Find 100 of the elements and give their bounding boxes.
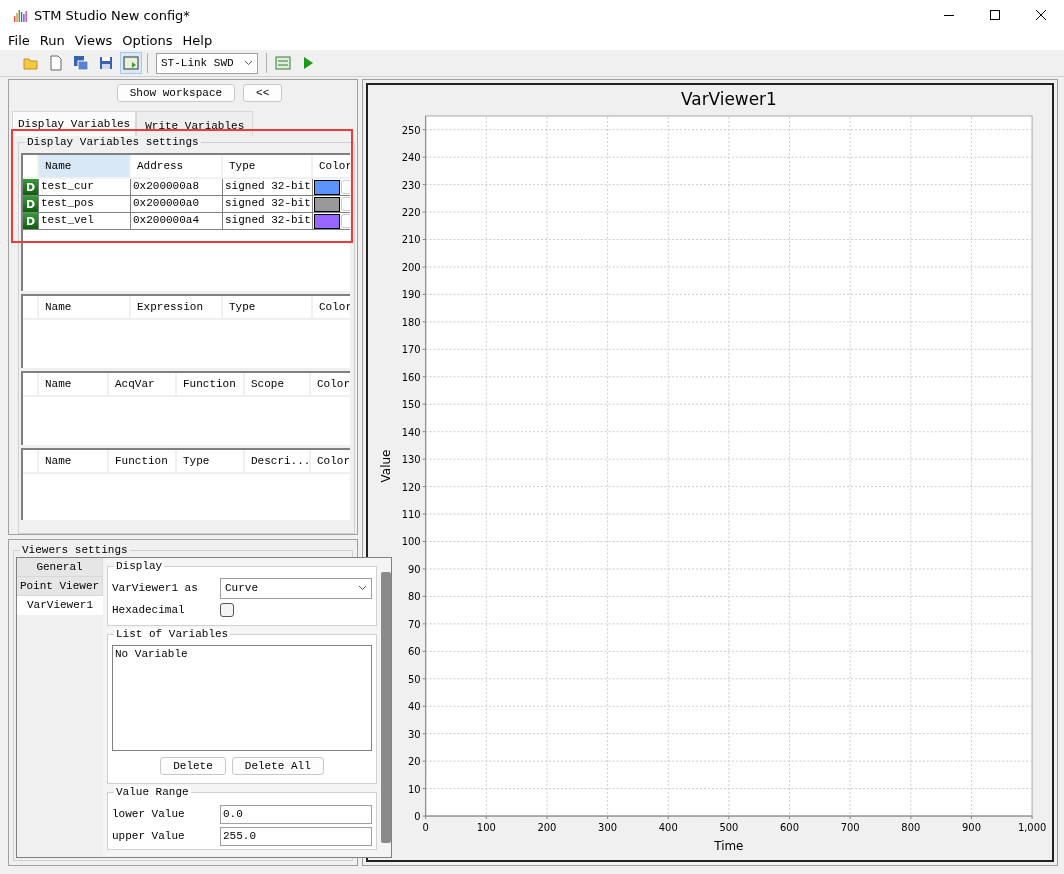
hexadecimal-checkbox[interactable] [220, 603, 234, 617]
workspace-button[interactable]: Show workspace [116, 84, 236, 102]
y-tick-label: 170 [401, 344, 421, 356]
group-title: Viewers settings [20, 544, 130, 557]
connection-dropdown[interactable]: ST-Link SWD [156, 52, 258, 74]
table-cell: signed 32-bit [223, 179, 313, 195]
x-tick-label: 100 [476, 822, 496, 834]
y-tick-label: 240 [401, 152, 421, 164]
x-tick-label: 200 [537, 822, 557, 834]
chevron-down-icon [358, 585, 367, 591]
x-tick-label: 1,000 [1017, 822, 1047, 834]
tab[interactable]: Display Variables [12, 111, 137, 136]
tab[interactable]: Write Variables [136, 111, 254, 136]
scrollbar-thumb[interactable] [381, 572, 391, 843]
app-logo-icon [14, 8, 28, 22]
y-tick-label: 130 [401, 454, 421, 466]
x-tick-label: 500 [719, 822, 739, 834]
list-item: No Variable [115, 648, 189, 660]
y-tick-label: 200 [401, 261, 421, 273]
chart-title: VarViewer1 [681, 88, 777, 109]
column-header[interactable]: Function [109, 450, 177, 474]
column-header[interactable]: Address [131, 155, 223, 179]
y-tick-label: 90 [408, 563, 421, 575]
field-label: upper Value [112, 830, 186, 842]
x-tick-label: 600 [780, 822, 799, 834]
lower-value-field[interactable]: 0.0 [220, 804, 372, 824]
x-tick-label: 0 [422, 822, 429, 834]
y-tick-label: 0 [414, 811, 421, 823]
y-tick-label: 80 [408, 591, 421, 603]
y-tick-label: 30 [408, 728, 421, 740]
column-header[interactable]: Name [39, 296, 131, 320]
upper-value-field[interactable]: 255.0 [220, 826, 372, 846]
y-tick-label: 110 [401, 509, 421, 521]
y-tick-label: 50 [408, 673, 421, 685]
group-title: Display [114, 560, 165, 573]
y-tick-label: 60 [408, 646, 421, 658]
menu-item[interactable]: Views [74, 32, 113, 48]
y-tick-label: 20 [408, 756, 421, 768]
delete-button[interactable]: Delete [160, 757, 226, 775]
y-tick-label: 250 [401, 124, 421, 136]
maximize-icon [987, 7, 1003, 23]
table-cell: test_cur [39, 179, 131, 195]
viewer-tab[interactable]: General [17, 558, 103, 577]
menu-item[interactable]: Options [122, 32, 173, 48]
color-picker-button[interactable] [341, 197, 350, 211]
y-tick-label: 100 [401, 536, 421, 548]
group-title: Value Range [114, 786, 191, 799]
group-title: Display Variables settings [25, 136, 201, 149]
row-badge: D [23, 196, 39, 212]
column-header[interactable]: Name [39, 155, 131, 179]
row-badge: D [23, 213, 39, 229]
chevron-down-icon [244, 60, 253, 66]
y-tick-label: 160 [401, 371, 421, 383]
x-tick-label: 700 [840, 822, 860, 834]
column-header[interactable]: Type [223, 296, 313, 320]
y-tick-label: 190 [401, 289, 421, 301]
field-label: lower Value [112, 808, 186, 820]
y-tick-label: 220 [401, 207, 421, 219]
color-picker-button[interactable] [341, 214, 350, 228]
x-tick-label: 300 [598, 822, 618, 834]
menu-item[interactable]: Run [39, 32, 65, 48]
viewer-tab[interactable]: Point Viewer [17, 577, 103, 596]
row-badge: D [23, 179, 39, 195]
x-tick-label: 400 [658, 822, 678, 834]
column-header[interactable]: Name [39, 373, 109, 397]
y-tick-label: 140 [401, 426, 421, 438]
y-tick-label: 210 [401, 234, 421, 246]
field-label: Hexadecimal [112, 604, 186, 616]
table-cell: signed 32-bit [223, 213, 313, 229]
x-tick-label: 900 [962, 822, 981, 834]
y-tick-label: 40 [408, 701, 421, 713]
menu-item[interactable]: File [8, 32, 30, 48]
y-tick-label: 70 [408, 618, 421, 630]
column-header[interactable]: AcqVar [109, 373, 177, 397]
close-icon [1033, 7, 1049, 23]
window-title: STM Studio New config* [34, 7, 191, 23]
table-cell: 0x200000a8 [131, 179, 223, 195]
y-tick-label: 230 [401, 179, 421, 191]
display-mode-dropdown[interactable]: Curve [220, 577, 372, 599]
color-picker-button[interactable] [341, 180, 350, 194]
field-label: VarViewer1 as [112, 582, 199, 594]
column-header[interactable]: Function [177, 373, 245, 397]
column-header[interactable]: Type [223, 155, 313, 179]
import-button[interactable] [120, 52, 142, 74]
x-tick-label: 800 [901, 822, 921, 834]
column-header[interactable]: Scope [245, 373, 311, 397]
delete-button[interactable]: Delete All [231, 757, 324, 775]
column-header[interactable]: Name [39, 450, 109, 474]
variables-list[interactable]: No Variable [112, 645, 372, 751]
y-axis-title: Value [378, 449, 393, 483]
column-header[interactable]: Descri... [245, 450, 311, 474]
y-tick-label: 120 [401, 481, 421, 493]
table-cell: test_vel [39, 213, 131, 229]
y-tick-label: 180 [401, 316, 421, 328]
minimize-icon [944, 14, 954, 16]
column-header[interactable]: Type [177, 450, 245, 474]
viewer-tab[interactable]: VarViewer1 [17, 596, 103, 615]
workspace-button[interactable]: << [243, 84, 283, 102]
column-header[interactable]: Expression [131, 296, 223, 320]
menu-item[interactable]: Help [182, 32, 213, 48]
